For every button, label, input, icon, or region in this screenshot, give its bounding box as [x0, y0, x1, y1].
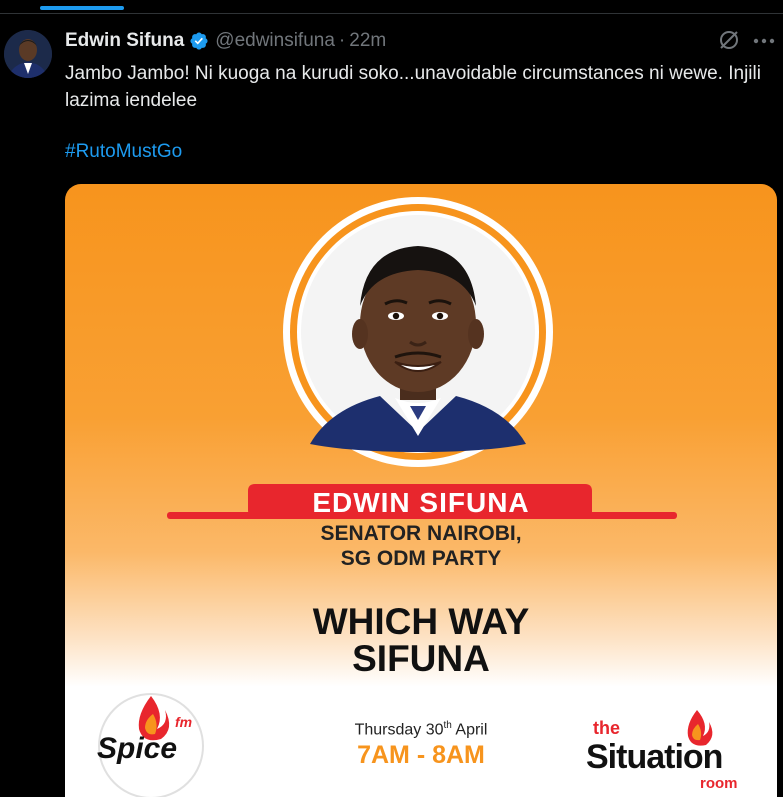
air-date: Thursday 30th April: [335, 720, 507, 739]
show-title-line1: WHICH WAY: [312, 601, 530, 642]
air-date-day: Thursday 30: [354, 721, 444, 739]
situation-logo-the: the: [593, 718, 620, 738]
spice-fm-logo: Spice fm: [95, 694, 207, 797]
tweet-media-poster[interactable]: EDWIN SIFUNA SENATOR NAIROBI, SG ODM PAR…: [65, 184, 777, 797]
author-name[interactable]: Edwin Sifuna: [65, 30, 184, 52]
active-tab-indicator: [40, 6, 124, 10]
top-tab-bar: [0, 0, 783, 14]
spice-logo-text: Spice: [97, 732, 178, 765]
spice-logo-fm: fm: [175, 714, 193, 730]
situation-room-logo: the Situation room: [580, 710, 750, 797]
header-separator: ·: [338, 30, 346, 51]
tweet-header: Edwin Sifuna @edwinsifuna · 22m: [65, 27, 386, 55]
air-date-suffix: th: [443, 720, 452, 731]
air-time: 7AM - 8AM: [357, 741, 485, 769]
more-options-icon[interactable]: [751, 32, 777, 50]
situation-logo-main: Situation: [586, 738, 723, 776]
avatar[interactable]: [4, 30, 52, 78]
tweet-timestamp[interactable]: 22m: [349, 30, 386, 52]
guest-name: EDWIN SIFUNA: [312, 487, 530, 518]
verified-badge-icon: [190, 32, 208, 50]
air-date-month: April: [451, 721, 488, 739]
hashtag-link[interactable]: #RutoMustGo: [65, 141, 182, 163]
show-title-line2: SIFUNA: [352, 638, 490, 679]
tweet-text: Jambo Jambo! Ni kuoga na kurudi soko...u…: [65, 63, 761, 111]
guest-title-line1: SENATOR NAIROBI,: [320, 522, 522, 545]
grok-icon[interactable]: [717, 28, 741, 52]
situation-logo-room: room: [700, 775, 738, 792]
author-handle[interactable]: @edwinsifuna: [215, 30, 335, 52]
guest-title-line2: SG ODM PARTY: [340, 547, 502, 570]
